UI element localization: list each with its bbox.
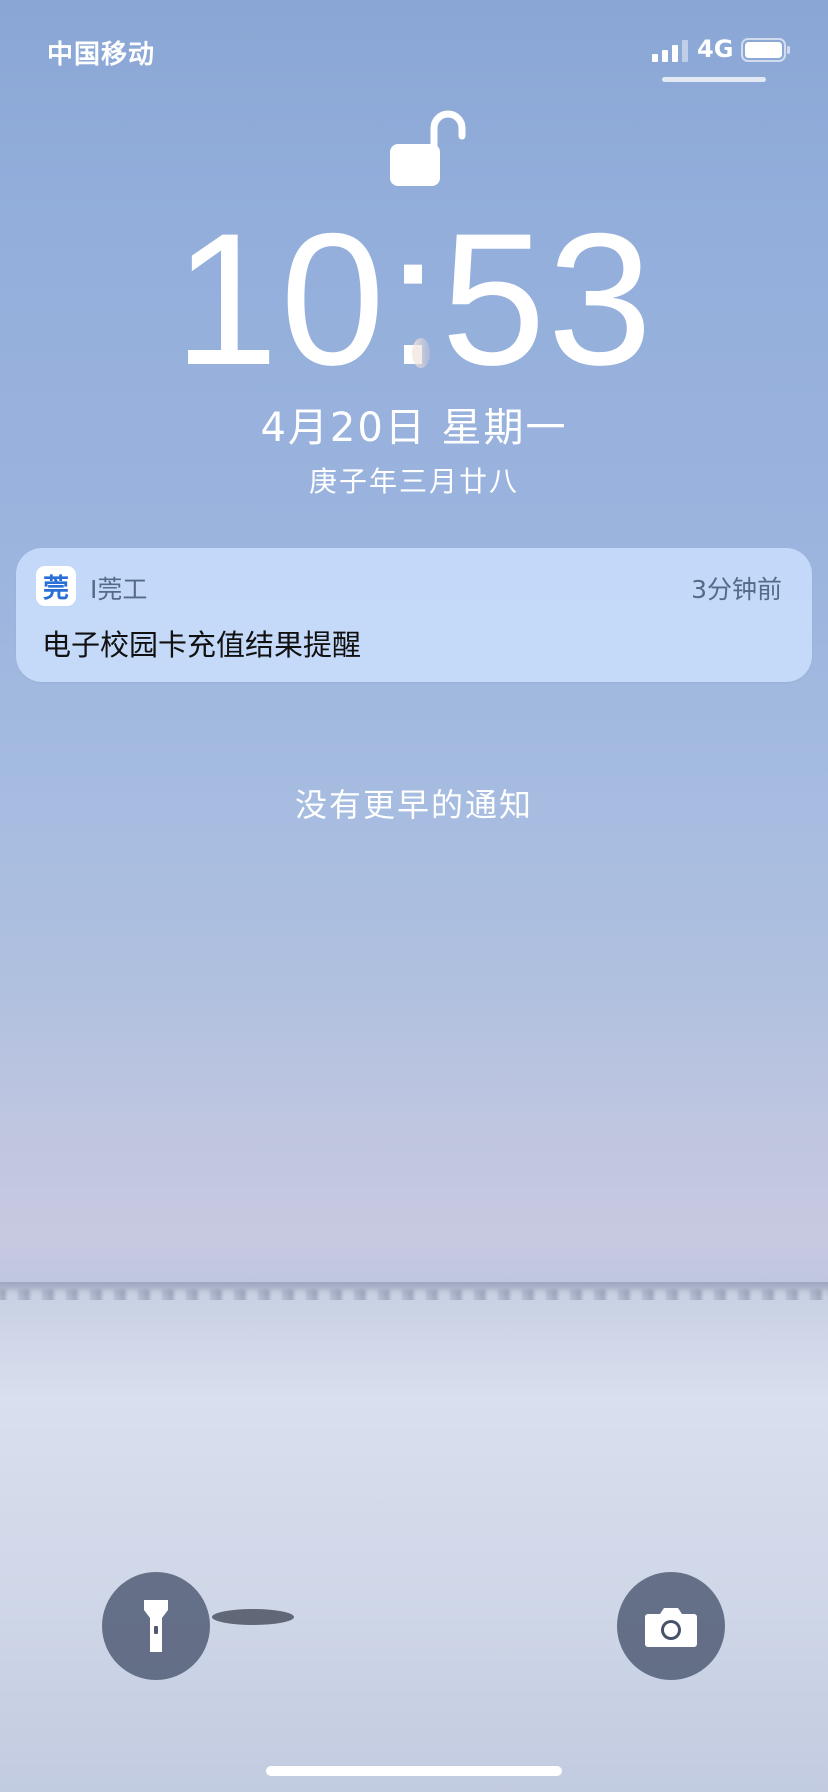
battery-icon [741, 38, 790, 62]
lock-screen-clock: 10:53 [173, 194, 655, 404]
flashlight-icon [144, 1600, 168, 1652]
app-icon-glyph: 莞 [42, 573, 69, 604]
cellular-signal-icon [652, 40, 688, 62]
notification-card[interactable]: 莞 I莞工 3分钟前 电子校园卡充值结果提醒 [16, 548, 812, 682]
flashlight-button[interactable] [102, 1572, 210, 1680]
network-type: 4G [697, 35, 734, 63]
home-indicator[interactable] [266, 1766, 562, 1776]
background-snow [0, 1300, 828, 1792]
status-bar: 中国移动 4G [0, 0, 828, 100]
control-center-indicator[interactable] [662, 77, 766, 82]
notification-app-name: I莞工 [90, 575, 148, 604]
camera-icon [645, 1608, 697, 1647]
camera-button[interactable] [617, 1572, 725, 1680]
notification-time: 3分钟前 [691, 575, 782, 604]
no-earlier-notifications: 没有更早的通知 [294, 786, 533, 824]
notification-title: 电子校园卡充值结果提醒 [42, 628, 362, 662]
background-rock [212, 1609, 294, 1625]
app-icon: 莞 [36, 566, 76, 606]
lock-screen: 中国移动 4G 10:53 4月20日 星期一 庚子年三月廿八 莞 I莞工 3分… [0, 0, 828, 1792]
carrier-label: 中国移动 [47, 40, 156, 70]
lunar-date: 庚子年三月廿八 [308, 465, 519, 498]
background-moon [412, 338, 430, 368]
unlocked-padlock-icon [390, 110, 466, 186]
lock-screen-date: 4月20日 星期一 [260, 405, 568, 451]
